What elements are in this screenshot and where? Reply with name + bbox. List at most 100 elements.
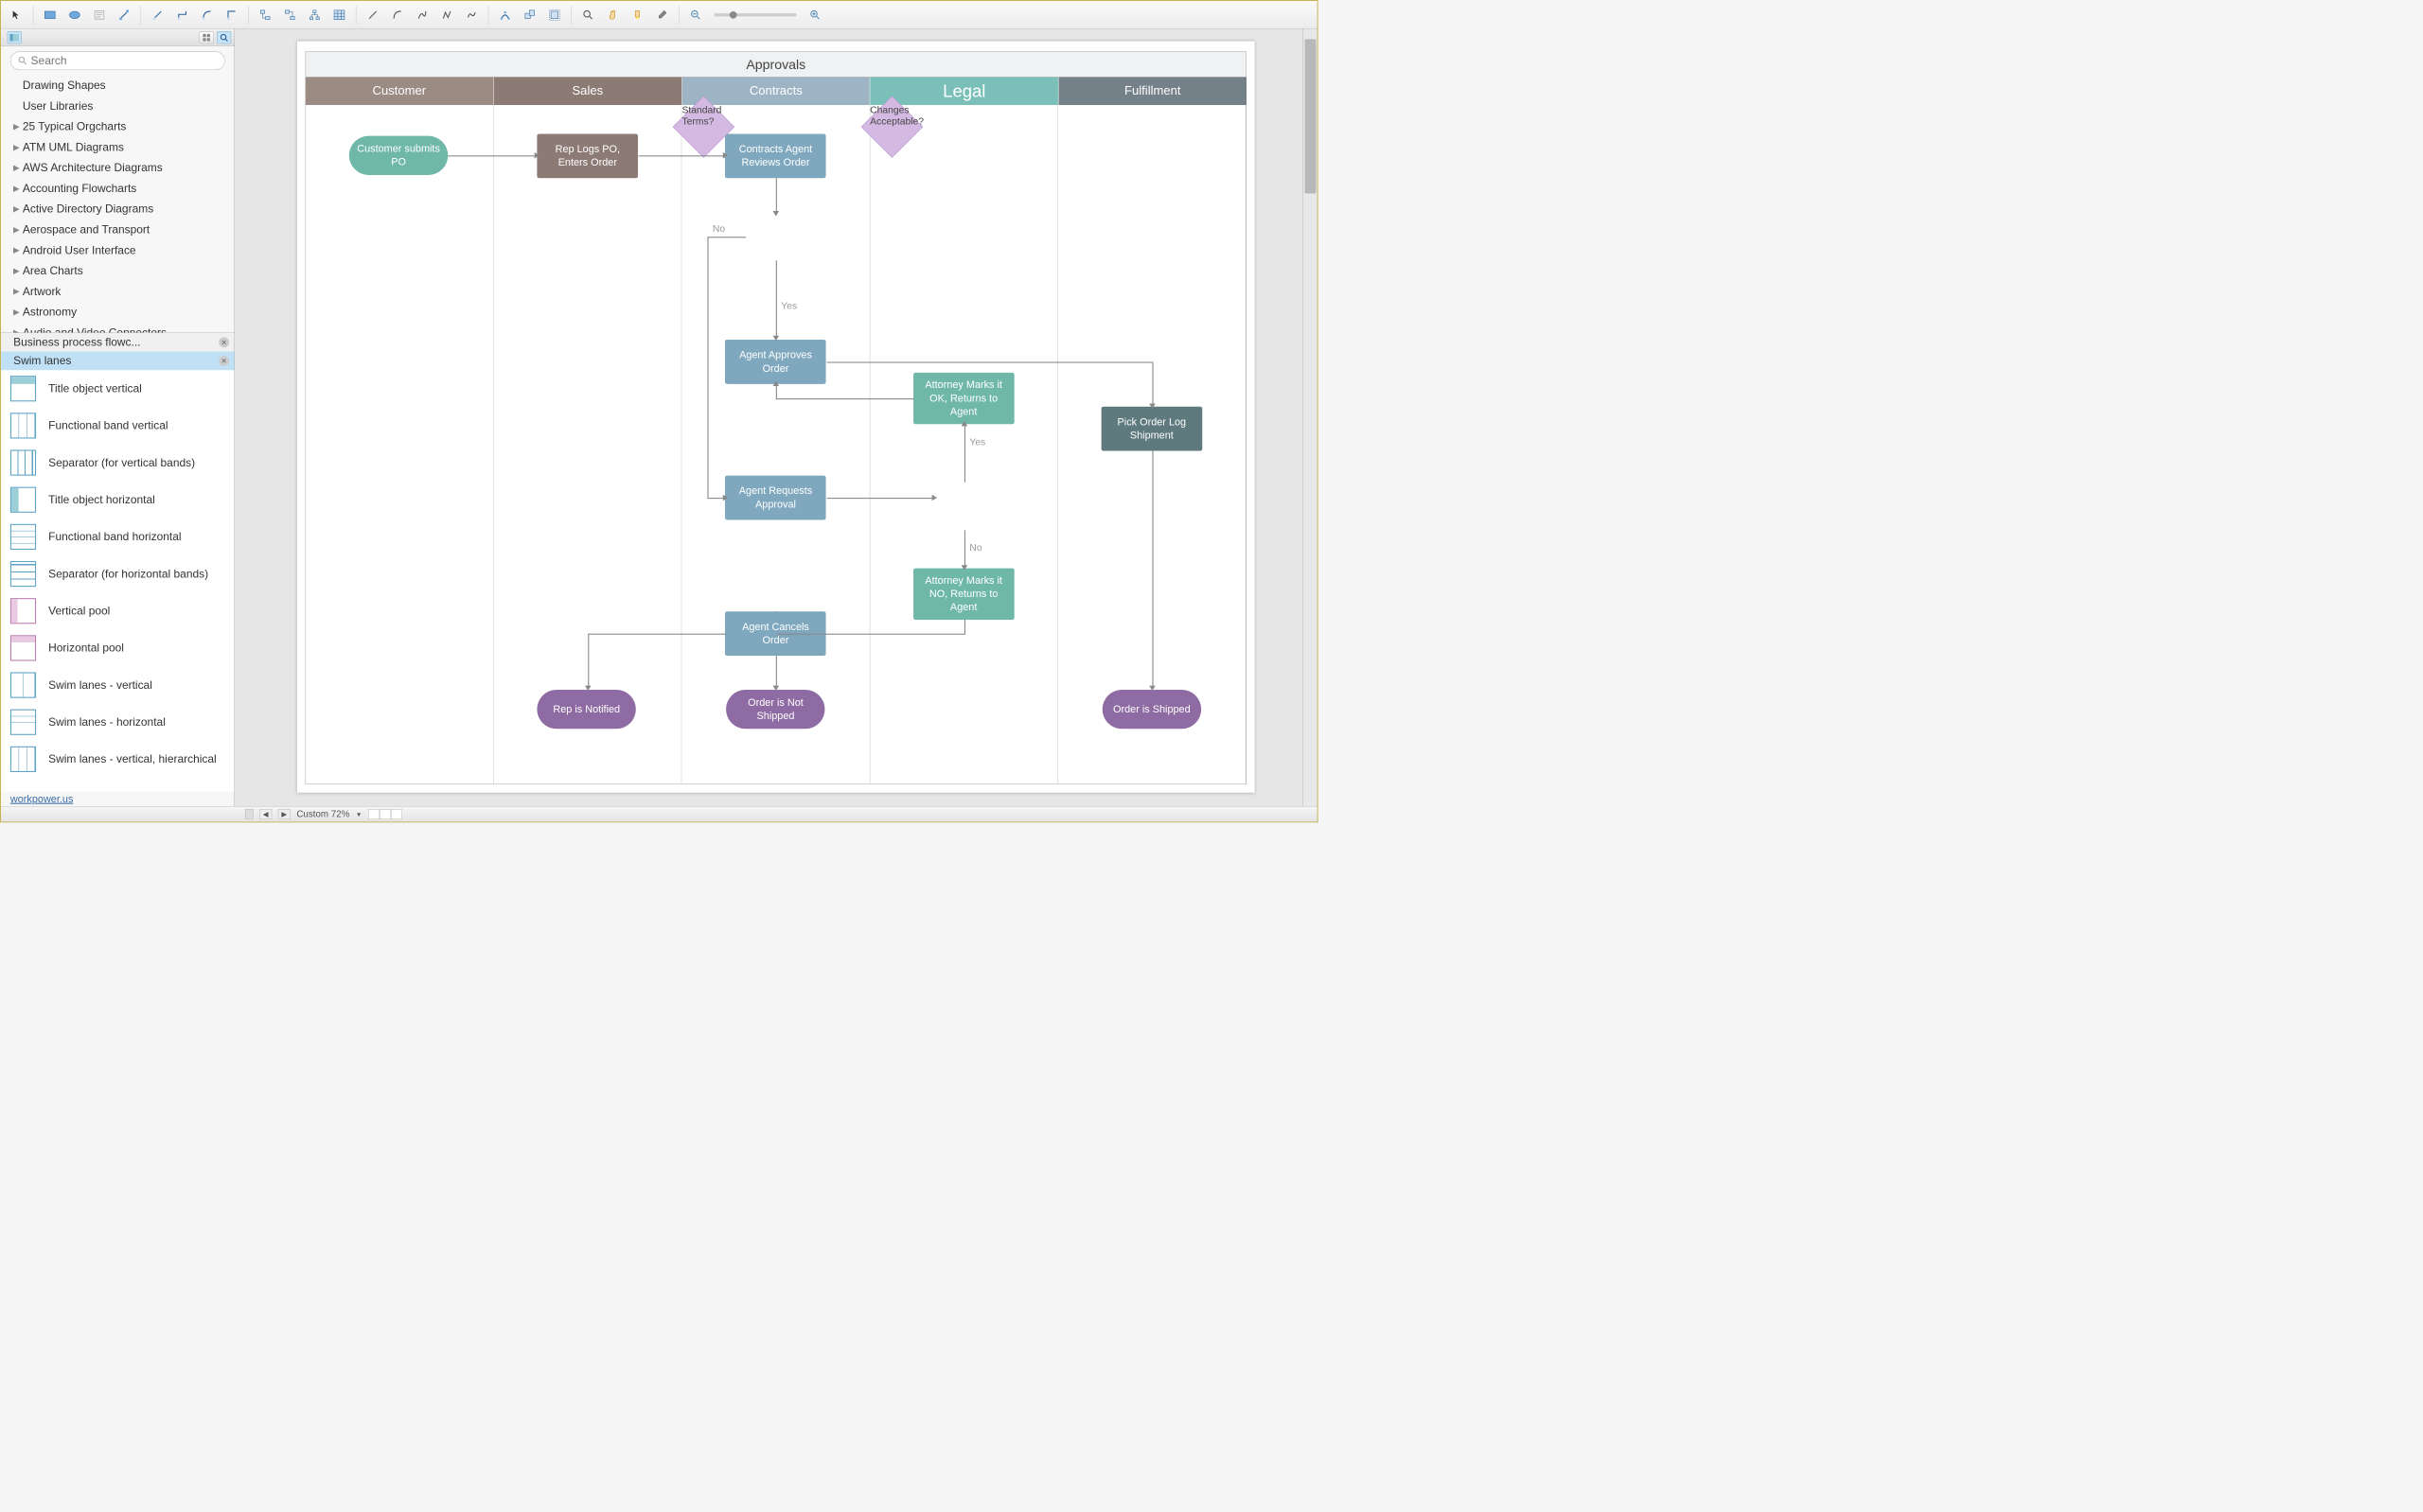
sidebar-item[interactable]: ▶Accounting Flowcharts [1,178,234,199]
shape-item[interactable]: Swim lanes - vertical [1,666,234,703]
grid-view-icon[interactable] [200,31,214,44]
page-forward-button[interactable]: ▶ [278,809,291,819]
node-shipped[interactable]: Order is Shipped [1103,690,1201,729]
curve-tool-icon[interactable] [412,5,433,26]
highlighter-icon[interactable] [628,5,648,26]
sidebar-item[interactable]: ▶Area Charts [1,260,234,281]
lane-header[interactable]: Contracts [682,78,871,105]
scrollbar-thumb[interactable] [1304,39,1316,193]
sidebar-item[interactable]: ▶Aerospace and Transport [1,220,234,240]
node-attorney-no[interactable]: Attorney Marks it NO, Returns to Agent [913,569,1015,620]
vertical-scrollbar[interactable] [1302,28,1317,805]
shape-item[interactable]: Swim lanes - horizontal [1,704,234,741]
close-icon[interactable]: ✕ [219,356,229,366]
arrow-icon [723,495,728,501]
arrow-icon [1149,686,1156,691]
node-approves[interactable]: Agent Approves Order [725,340,826,384]
sidebar-item[interactable]: ▶ATM UML Diagrams [1,137,234,158]
canvas-area[interactable]: Approvals Customer Sales Contracts Legal… [235,28,1317,805]
search-input[interactable] [31,54,218,67]
sidebar-item[interactable]: User Libraries [1,96,234,116]
shape-item[interactable]: Title object vertical [1,370,234,407]
shape-item[interactable]: Separator (for vertical bands) [1,444,234,481]
split-handle[interactable] [245,809,254,819]
pan-tool-icon[interactable] [602,5,623,26]
edge-label-yes: Yes [969,437,985,448]
rect-tool-icon[interactable] [40,5,61,26]
shape-item[interactable]: Functional band vertical [1,407,234,444]
lane-header[interactable]: Legal [871,78,1059,105]
smart-conn3-icon[interactable] [197,5,218,26]
library-panel-icon[interactable] [8,31,22,44]
connector-tool-icon[interactable] [114,5,134,26]
shape-item[interactable]: Title object horizontal [1,482,234,519]
cursor-tool-icon[interactable] [7,5,27,26]
sidebar-item[interactable]: ▶25 Typical Orgcharts [1,116,234,137]
sidebar-item[interactable]: ▶Artwork [1,281,234,302]
node-requests[interactable]: Agent Requests Approval [725,476,826,520]
node-pick[interactable]: Pick Order Log Shipment [1102,407,1203,451]
shape-item[interactable]: Horizontal pool [1,629,234,666]
node-customer-po[interactable]: Customer submits PO [349,136,448,175]
free-tool-icon[interactable] [461,5,482,26]
node-rep-notified[interactable]: Rep is Notified [538,690,636,729]
search-toggle-icon[interactable] [217,31,231,44]
zoom-in-icon[interactable] [805,5,825,26]
smart-conn1-icon[interactable] [148,5,168,26]
node-not-shipped[interactable]: Order is Not Shipped [726,690,824,729]
arc-tool-icon[interactable] [387,5,408,26]
edit-points-icon[interactable] [495,5,516,26]
node-attorney-ok[interactable]: Attorney Marks it OK, Returns to Agent [913,373,1015,424]
toolbar-separator [33,6,34,25]
node-rep-logs[interactable]: Rep Logs PO, Enters Order [538,133,639,178]
eyedropper-icon[interactable] [652,5,673,26]
zoom-slider[interactable] [715,13,797,16]
smart-conn2-icon[interactable] [172,5,193,26]
zoom-area-icon[interactable] [577,5,598,26]
arrow-icon [585,686,592,691]
sidebar-item[interactable]: ▶Android User Interface [1,240,234,261]
view-mode-buttons[interactable] [368,809,402,819]
lane-header[interactable]: Fulfillment [1059,78,1247,105]
node-changes[interactable]: Changes Acceptable? [870,105,931,167]
lane-header[interactable]: Sales [494,78,682,105]
line-tool-icon[interactable] [363,5,383,26]
table-tool-icon[interactable] [329,5,350,26]
chevron-down-icon[interactable]: ▼ [356,811,362,818]
node-reviews[interactable]: Contracts Agent Reviews Order [725,133,826,178]
poly-tool-icon[interactable] [436,5,457,26]
route2-icon[interactable] [279,5,300,26]
arrow-icon [1149,403,1156,408]
group-icon[interactable] [544,5,565,26]
zoom-out-icon[interactable] [685,5,706,26]
sidebar-item[interactable]: ▶Astronomy [1,302,234,323]
sidebar-item[interactable]: Drawing Shapes [1,75,234,96]
library-tab[interactable]: Swim lanes✕ [1,352,234,371]
shape-item[interactable]: Vertical pool [1,592,234,629]
sidebar-item[interactable]: ▶AWS Architecture Diagrams [1,157,234,178]
smart-conn4-icon[interactable] [221,5,242,26]
shape-thumb-icon [10,635,36,660]
zoom-level-label[interactable]: Custom 72% [296,809,349,819]
lane-headers: Customer Sales Contracts Legal Fulfillme… [306,78,1247,105]
shape-item[interactable]: Separator (for horizontal bands) [1,555,234,592]
text-tool-icon[interactable] [89,5,110,26]
close-icon[interactable]: ✕ [219,337,229,347]
ellipse-tool-icon[interactable] [64,5,85,26]
zoom-slider-thumb[interactable] [730,11,737,19]
sidebar-item[interactable]: ▶Audio and Video Connectors [1,323,234,333]
footer-link[interactable]: workpower.us [1,792,234,806]
swimlane-title[interactable]: Approvals [306,51,1247,77]
shape-item[interactable]: Swim lanes - vertical, hierarchical [1,741,234,778]
page-back-button[interactable]: ◀ [259,809,272,819]
ungroup-icon[interactable] [520,5,540,26]
tree-conn-icon[interactable] [305,5,326,26]
lane-header[interactable]: Customer [306,78,494,105]
shape-item[interactable]: Functional band horizontal [1,519,234,555]
route1-icon[interactable] [255,5,275,26]
library-tab[interactable]: Business process flowc...✕ [1,333,234,352]
canvas[interactable]: Approvals Customer Sales Contracts Legal… [297,42,1255,793]
sidebar-item[interactable]: ▶Active Directory Diagrams [1,199,234,220]
edge [776,178,777,213]
shape-thumb-icon [10,710,36,735]
